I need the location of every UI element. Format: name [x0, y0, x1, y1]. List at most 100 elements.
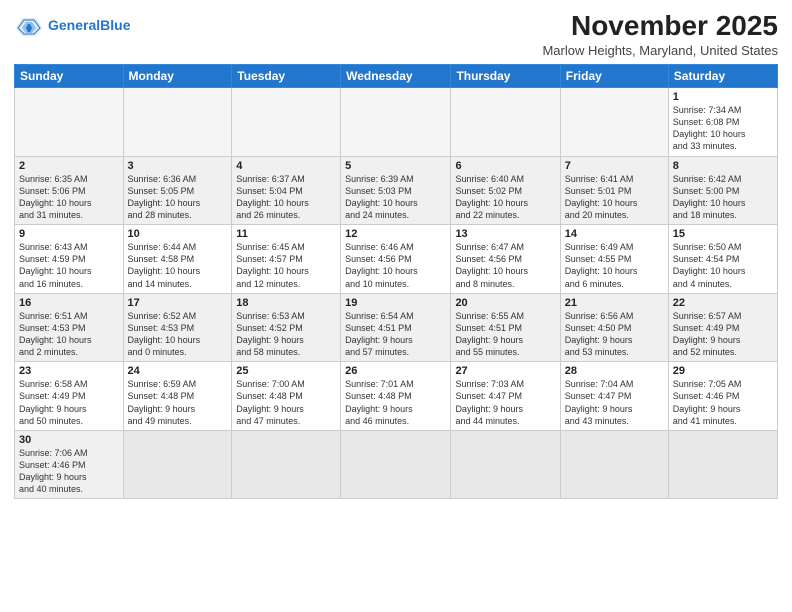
calendar-day-cell: 3Sunrise: 6:36 AM Sunset: 5:05 PM Daylig… [123, 156, 232, 225]
logo-icon [14, 14, 44, 38]
day-info: Sunrise: 6:55 AM Sunset: 4:51 PM Dayligh… [455, 310, 555, 359]
calendar-day-cell: 17Sunrise: 6:52 AM Sunset: 4:53 PM Dayli… [123, 293, 232, 362]
day-number: 13 [455, 228, 555, 240]
calendar-day-cell [341, 430, 451, 499]
calendar-day-cell: 5Sunrise: 6:39 AM Sunset: 5:03 PM Daylig… [341, 156, 451, 225]
day-info: Sunrise: 7:06 AM Sunset: 4:46 PM Dayligh… [19, 447, 119, 496]
calendar-day-cell: 1Sunrise: 7:34 AM Sunset: 6:08 PM Daylig… [668, 88, 777, 157]
calendar-day-cell: 9Sunrise: 6:43 AM Sunset: 4:59 PM Daylig… [15, 225, 124, 294]
calendar-day-cell: 4Sunrise: 6:37 AM Sunset: 5:04 PM Daylig… [232, 156, 341, 225]
day-number: 23 [19, 365, 119, 377]
day-number: 24 [128, 365, 228, 377]
day-info: Sunrise: 6:58 AM Sunset: 4:49 PM Dayligh… [19, 378, 119, 427]
day-header-tuesday: Tuesday [232, 65, 341, 88]
day-number: 2 [19, 160, 119, 172]
calendar-day-cell: 22Sunrise: 6:57 AM Sunset: 4:49 PM Dayli… [668, 293, 777, 362]
calendar-day-cell: 16Sunrise: 6:51 AM Sunset: 4:53 PM Dayli… [15, 293, 124, 362]
day-info: Sunrise: 6:47 AM Sunset: 4:56 PM Dayligh… [455, 241, 555, 290]
day-info: Sunrise: 6:44 AM Sunset: 4:58 PM Dayligh… [128, 241, 228, 290]
location: Marlow Heights, Maryland, United States [542, 43, 778, 58]
day-number: 29 [673, 365, 773, 377]
calendar-day-cell [560, 88, 668, 157]
calendar-day-cell: 25Sunrise: 7:00 AM Sunset: 4:48 PM Dayli… [232, 362, 341, 431]
day-info: Sunrise: 6:42 AM Sunset: 5:00 PM Dayligh… [673, 173, 773, 222]
calendar-day-cell: 14Sunrise: 6:49 AM Sunset: 4:55 PM Dayli… [560, 225, 668, 294]
calendar-day-cell: 24Sunrise: 6:59 AM Sunset: 4:48 PM Dayli… [123, 362, 232, 431]
day-header-saturday: Saturday [668, 65, 777, 88]
day-info: Sunrise: 6:45 AM Sunset: 4:57 PM Dayligh… [236, 241, 336, 290]
day-number: 1 [673, 91, 773, 103]
calendar-day-cell: 7Sunrise: 6:41 AM Sunset: 5:01 PM Daylig… [560, 156, 668, 225]
day-number: 25 [236, 365, 336, 377]
calendar-day-cell: 18Sunrise: 6:53 AM Sunset: 4:52 PM Dayli… [232, 293, 341, 362]
header: GeneralBlue November 2025 Marlow Heights… [14, 10, 778, 58]
calendar-day-cell [451, 430, 560, 499]
day-info: Sunrise: 6:53 AM Sunset: 4:52 PM Dayligh… [236, 310, 336, 359]
calendar-day-cell [123, 430, 232, 499]
day-number: 26 [345, 365, 446, 377]
calendar-day-cell: 12Sunrise: 6:46 AM Sunset: 4:56 PM Dayli… [341, 225, 451, 294]
calendar-day-cell: 10Sunrise: 6:44 AM Sunset: 4:58 PM Dayli… [123, 225, 232, 294]
calendar-day-cell: 2Sunrise: 6:35 AM Sunset: 5:06 PM Daylig… [15, 156, 124, 225]
calendar-day-cell: 30Sunrise: 7:06 AM Sunset: 4:46 PM Dayli… [15, 430, 124, 499]
day-header-friday: Friday [560, 65, 668, 88]
logo-text: GeneralBlue [48, 18, 130, 33]
day-info: Sunrise: 6:35 AM Sunset: 5:06 PM Dayligh… [19, 173, 119, 222]
day-info: Sunrise: 6:43 AM Sunset: 4:59 PM Dayligh… [19, 241, 119, 290]
day-header-thursday: Thursday [451, 65, 560, 88]
day-number: 5 [345, 160, 446, 172]
day-number: 27 [455, 365, 555, 377]
day-info: Sunrise: 6:39 AM Sunset: 5:03 PM Dayligh… [345, 173, 446, 222]
day-number: 16 [19, 297, 119, 309]
day-info: Sunrise: 6:49 AM Sunset: 4:55 PM Dayligh… [565, 241, 664, 290]
day-info: Sunrise: 7:04 AM Sunset: 4:47 PM Dayligh… [565, 378, 664, 427]
day-number: 18 [236, 297, 336, 309]
day-number: 14 [565, 228, 664, 240]
day-info: Sunrise: 6:50 AM Sunset: 4:54 PM Dayligh… [673, 241, 773, 290]
day-number: 3 [128, 160, 228, 172]
day-number: 4 [236, 160, 336, 172]
calendar-day-cell: 20Sunrise: 6:55 AM Sunset: 4:51 PM Dayli… [451, 293, 560, 362]
calendar-day-cell: 15Sunrise: 6:50 AM Sunset: 4:54 PM Dayli… [668, 225, 777, 294]
day-number: 8 [673, 160, 773, 172]
calendar-header-row: SundayMondayTuesdayWednesdayThursdayFrid… [15, 65, 778, 88]
day-number: 17 [128, 297, 228, 309]
calendar-day-cell: 8Sunrise: 6:42 AM Sunset: 5:00 PM Daylig… [668, 156, 777, 225]
day-info: Sunrise: 6:57 AM Sunset: 4:49 PM Dayligh… [673, 310, 773, 359]
day-number: 7 [565, 160, 664, 172]
calendar-week-row: 16Sunrise: 6:51 AM Sunset: 4:53 PM Dayli… [15, 293, 778, 362]
title-block: November 2025 Marlow Heights, Maryland, … [542, 10, 778, 58]
calendar-day-cell: 6Sunrise: 6:40 AM Sunset: 5:02 PM Daylig… [451, 156, 560, 225]
day-header-monday: Monday [123, 65, 232, 88]
day-number: 20 [455, 297, 555, 309]
calendar-day-cell [232, 88, 341, 157]
logo-general: General [48, 17, 100, 33]
day-info: Sunrise: 6:41 AM Sunset: 5:01 PM Dayligh… [565, 173, 664, 222]
day-info: Sunrise: 6:37 AM Sunset: 5:04 PM Dayligh… [236, 173, 336, 222]
calendar-day-cell [341, 88, 451, 157]
day-number: 10 [128, 228, 228, 240]
day-number: 12 [345, 228, 446, 240]
day-info: Sunrise: 7:34 AM Sunset: 6:08 PM Dayligh… [673, 104, 773, 153]
day-info: Sunrise: 6:54 AM Sunset: 4:51 PM Dayligh… [345, 310, 446, 359]
calendar-day-cell: 11Sunrise: 6:45 AM Sunset: 4:57 PM Dayli… [232, 225, 341, 294]
calendar-week-row: 2Sunrise: 6:35 AM Sunset: 5:06 PM Daylig… [15, 156, 778, 225]
day-header-sunday: Sunday [15, 65, 124, 88]
day-header-wednesday: Wednesday [341, 65, 451, 88]
logo: GeneralBlue [14, 14, 130, 38]
calendar-day-cell: 19Sunrise: 6:54 AM Sunset: 4:51 PM Dayli… [341, 293, 451, 362]
day-info: Sunrise: 7:05 AM Sunset: 4:46 PM Dayligh… [673, 378, 773, 427]
logo-blue: Blue [100, 17, 130, 33]
calendar-week-row: 23Sunrise: 6:58 AM Sunset: 4:49 PM Dayli… [15, 362, 778, 431]
calendar-week-row: 1Sunrise: 7:34 AM Sunset: 6:08 PM Daylig… [15, 88, 778, 157]
calendar-day-cell [232, 430, 341, 499]
day-info: Sunrise: 7:03 AM Sunset: 4:47 PM Dayligh… [455, 378, 555, 427]
calendar-day-cell: 26Sunrise: 7:01 AM Sunset: 4:48 PM Dayli… [341, 362, 451, 431]
day-number: 30 [19, 434, 119, 446]
day-info: Sunrise: 6:46 AM Sunset: 4:56 PM Dayligh… [345, 241, 446, 290]
day-info: Sunrise: 6:59 AM Sunset: 4:48 PM Dayligh… [128, 378, 228, 427]
day-number: 6 [455, 160, 555, 172]
day-info: Sunrise: 7:01 AM Sunset: 4:48 PM Dayligh… [345, 378, 446, 427]
calendar-day-cell [123, 88, 232, 157]
calendar-day-cell [15, 88, 124, 157]
